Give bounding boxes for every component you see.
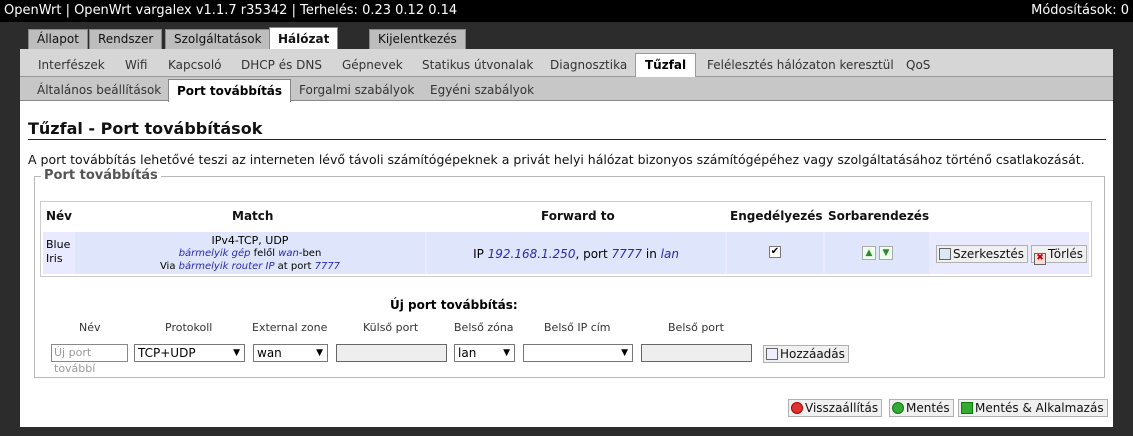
ext-port-input[interactable] [336, 344, 447, 362]
subtab-qos[interactable]: QoS [897, 53, 939, 77]
reset-button[interactable]: Visszaállítás [788, 399, 883, 417]
main-menu: Állapot Rendszer Szolgáltatások Hálózat … [0, 22, 1133, 49]
edit-icon [939, 248, 951, 260]
network-submenu: Interfészek Wifi Kapcsoló DHCP és DNS Gé… [20, 49, 1113, 77]
delete-label: Törlés [1048, 247, 1084, 261]
save-apply-button[interactable]: Mentés & Alkalmazás [958, 399, 1108, 417]
rule-name-line2: Iris [46, 252, 63, 265]
content-area: Interfészek Wifi Kapcsoló DHCP és DNS Gé… [20, 49, 1113, 427]
col-sort: Sorbarendezés [828, 209, 930, 223]
col-forward: Forward to [541, 209, 615, 223]
col-match: Match [232, 209, 274, 223]
forward-description: IP 192.168.1.250, port 7777 in lan [473, 247, 679, 261]
section-legend: Port továbbítás [41, 168, 161, 183]
chevron-down-icon: ▼ [621, 348, 628, 358]
new-forward-heading: Új port továbbítás: [390, 298, 518, 312]
apply-icon [961, 402, 973, 414]
rule-name: Blue Iris [46, 238, 70, 266]
match-description: IPv4-TCP, UDP bármelyik gép felől wan-be… [75, 234, 425, 273]
delete-button[interactable]: ✖ Törlés [1031, 245, 1088, 265]
edit-label: Szerkesztés [953, 247, 1025, 261]
menu-tab-logout[interactable]: Kijelentkezés [369, 29, 466, 49]
delete-icon: ✖ [1034, 253, 1046, 265]
add-icon [766, 348, 778, 360]
col-enable: Engedélyezés [730, 209, 823, 223]
menu-tab-status[interactable]: Állapot [28, 29, 88, 49]
subtab-firewall[interactable]: Tűzfal [635, 53, 697, 77]
enable-checkbox[interactable]: ✔ [769, 246, 781, 258]
new-int-port-label: Belső port [668, 321, 724, 334]
int-ip-select[interactable]: ▼ [523, 344, 633, 362]
system-title: OpenWrt | OpenWrt vargalex v1.1.7 r35342… [4, 3, 458, 18]
new-name-input[interactable]: Új port továbbí [51, 344, 128, 375]
fw-tab-custom-rules[interactable]: Egyéni szabályok [422, 79, 542, 101]
changes-link[interactable]: Módosítások: 0 [1031, 0, 1129, 22]
match-source: bármelyik gép felől wan-ben [178, 248, 322, 259]
save-label: Mentés [906, 401, 950, 415]
save-apply-label: Mentés & Alkalmazás [975, 401, 1104, 415]
subtab-dhcp-dns[interactable]: DHCP és DNS [232, 53, 331, 77]
subtab-static-routes[interactable]: Statikus útvonalak [413, 53, 542, 77]
page-description: A port továbbítás lehetővé teszi az inte… [28, 152, 1085, 167]
title-divider [28, 139, 1106, 140]
new-name-label: Név [79, 321, 101, 334]
reset-label: Visszaállítás [805, 401, 879, 415]
int-zone-select[interactable]: lan ▼ [454, 344, 515, 362]
subtab-hostnames[interactable]: Gépnevek [333, 53, 412, 77]
chevron-down-icon: ▼ [316, 348, 323, 358]
protocol-select[interactable]: TCP+UDP ▼ [134, 344, 245, 362]
new-int-zone-label: Belső zóna [454, 321, 514, 334]
move-up-icon[interactable]: ▲ [862, 246, 876, 260]
chevron-down-icon: ▼ [503, 348, 510, 358]
save-icon [892, 402, 904, 414]
firewall-submenu: Általános beállítások Port továbbítás Fo… [20, 77, 1113, 102]
sort-cell [825, 232, 929, 274]
new-ext-port-label: Külső port [363, 321, 419, 334]
add-label: Hozzáadás [780, 347, 845, 361]
rule-name-line1: Blue [46, 238, 71, 251]
subtab-diagnostics[interactable]: Diagnosztika [541, 53, 636, 77]
edit-button[interactable]: Szerkesztés [936, 245, 1029, 263]
save-button[interactable]: Mentés [889, 399, 954, 417]
match-protocol: IPv4-TCP, UDP [211, 234, 289, 247]
match-via: Via bármelyik router IP at port 7777 [159, 261, 341, 272]
col-name: Név [46, 209, 73, 223]
port-forward-table: Név Match Forward to Engedélyezés Sorbar… [40, 201, 1092, 277]
fw-tab-general[interactable]: Általános beállítások [29, 79, 169, 101]
fw-tab-traffic-rules[interactable]: Forgalmi szabályok [291, 79, 422, 101]
menu-tab-system[interactable]: Rendszer [89, 29, 163, 49]
int-port-input[interactable] [641, 344, 752, 362]
subtab-wol[interactable]: Felélesztés hálózaton keresztül [698, 53, 903, 77]
page-title: Tűzfal - Port továbbítások [28, 119, 263, 138]
top-status-bar: OpenWrt | OpenWrt vargalex v1.1.7 r35342… [0, 0, 1133, 22]
chevron-down-icon: ▼ [233, 348, 240, 358]
menu-tab-network[interactable]: Hálózat [269, 27, 339, 49]
new-protocol-label: Protokoll [165, 321, 213, 334]
new-ext-zone-label: External zone [252, 321, 328, 334]
reset-icon [791, 402, 803, 414]
subtab-switch[interactable]: Kapcsoló [159, 53, 231, 77]
menu-tab-services[interactable]: Szolgáltatások [165, 29, 271, 49]
ext-zone-select[interactable]: wan ▼ [253, 344, 328, 362]
add-button[interactable]: Hozzáadás [763, 345, 849, 363]
subtab-interfaces[interactable]: Interfészek [29, 53, 114, 77]
fw-tab-port-forward[interactable]: Port továbbítás [168, 79, 292, 102]
subtab-wifi[interactable]: Wifi [116, 53, 157, 77]
move-down-icon[interactable]: ▼ [879, 246, 893, 260]
new-int-ip-label: Belső IP cím [544, 321, 611, 334]
